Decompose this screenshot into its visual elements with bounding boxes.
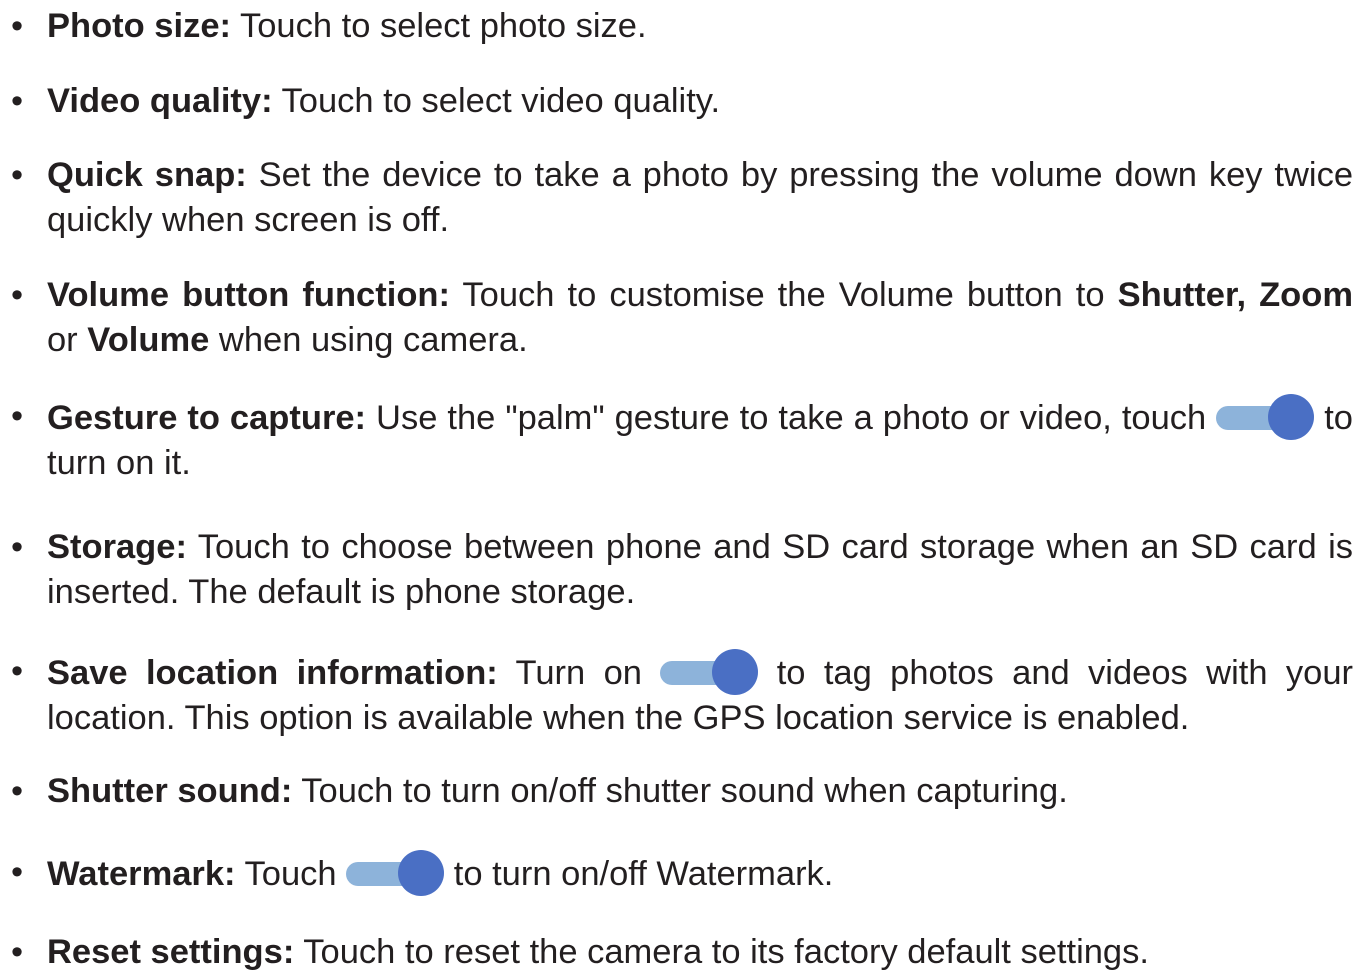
list-item-save-location-information: • Save location information: Turn on to … — [11, 649, 1353, 741]
item-title: Shutter sound: — [47, 772, 293, 810]
bullet: • — [10, 397, 24, 435]
bullet: • — [10, 7, 24, 45]
item-title: Save location information: — [47, 654, 498, 692]
item-text: or — [47, 321, 88, 359]
item-text: Turn on — [497, 654, 661, 692]
list-item-photo-size: • Photo size: Touch to select photo size… — [11, 4, 1353, 49]
option-shutter-zoom: Shutter, Zoom — [1117, 276, 1354, 314]
list-item-shutter-sound: • Shutter sound: Touch to turn on/off sh… — [11, 769, 1353, 814]
bullet: • — [10, 652, 24, 690]
bullet: • — [10, 82, 24, 120]
list-item-quick-snap: • Quick snap: Set the device to take a p… — [11, 153, 1353, 243]
list-item-video-quality: • Video quality: Touch to select video q… — [11, 79, 1353, 124]
toggle-switch-icon — [1216, 394, 1315, 440]
item-text: to turn on/off Watermark. — [444, 855, 834, 893]
bullet: • — [10, 933, 24, 971]
toggle-knob — [712, 649, 759, 695]
list-item-watermark: • Watermark: Touch to turn on/off Waterm… — [11, 850, 1353, 897]
bullet: • — [10, 276, 24, 314]
item-text: Use the "palm" gesture to take a photo o… — [366, 399, 1217, 437]
list-item-reset-settings: • Reset settings: Touch to reset the cam… — [11, 930, 1353, 975]
bullet: • — [10, 853, 24, 891]
item-title: Quick snap: — [47, 156, 247, 194]
list-item-storage: • Storage: Touch to choose between phone… — [11, 525, 1353, 615]
item-title: Storage: — [47, 528, 187, 566]
toggle-switch-icon — [660, 649, 759, 695]
toggle-switch-icon — [346, 850, 445, 896]
toggle-knob — [1268, 394, 1315, 440]
item-title: Gesture to capture: — [47, 399, 367, 437]
bullet: • — [10, 528, 24, 566]
item-text: Touch to customise the Volume button to — [449, 276, 1118, 314]
item-text: when using camera. — [209, 321, 528, 359]
item-title: Photo size: — [47, 7, 232, 45]
item-title: Video quality: — [47, 82, 273, 120]
item-title: Reset settings: — [47, 933, 295, 971]
item-text: Touch to choose between phone and SD car… — [47, 528, 1353, 611]
item-text: Touch to select photo size. — [231, 7, 647, 45]
list-item-volume-button-function: • Volume button function: Touch to custo… — [11, 273, 1354, 363]
list-item-gesture-to-capture: • Gesture to capture: Use the "palm" ges… — [11, 394, 1353, 486]
item-title: Watermark: — [47, 855, 236, 893]
item-text: Touch to select video quality. — [272, 82, 721, 120]
option-volume: Volume — [87, 321, 210, 359]
bullet: • — [10, 156, 24, 194]
item-text: Touch to turn on/off shutter sound when … — [292, 772, 1068, 810]
item-title: Volume button function: — [47, 276, 450, 314]
item-text: Touch to reset the camera to its factory… — [294, 933, 1149, 971]
bullet: • — [10, 772, 24, 810]
item-text: Touch — [235, 855, 347, 893]
toggle-knob — [398, 850, 445, 896]
